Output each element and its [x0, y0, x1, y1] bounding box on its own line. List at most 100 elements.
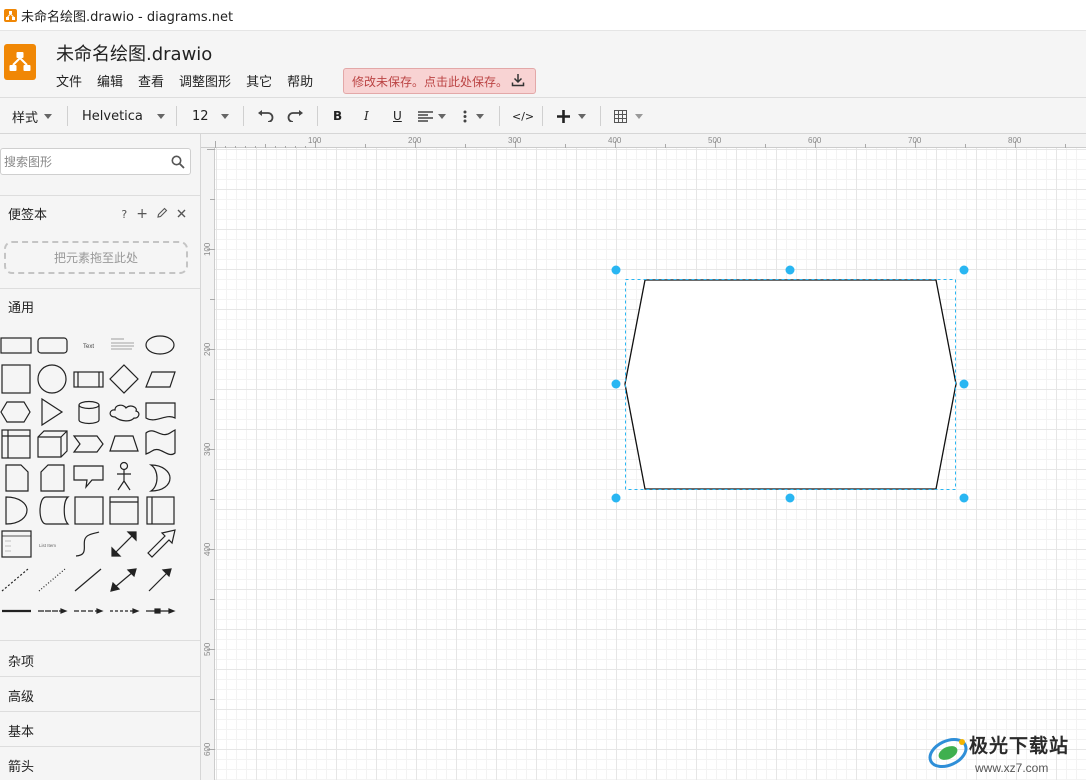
align-dropdown[interactable] [418, 98, 446, 134]
watermark-name: 极光下载站 [969, 734, 1069, 757]
search-icon[interactable] [171, 154, 185, 173]
resize-handle-bottom-right[interactable] [959, 493, 969, 503]
shape-data-storage[interactable] [39, 496, 70, 525]
shape-card[interactable] [40, 464, 65, 492]
drawio-logo-icon[interactable] [4, 44, 36, 80]
shape-tape[interactable] [145, 429, 176, 455]
shape-bidirectional-arrow[interactable] [111, 531, 137, 557]
shape-dashed-line[interactable] [1, 568, 29, 592]
unsaved-changes-button[interactable]: 修改未保存。点击此处保存。 [343, 68, 536, 94]
edit-pencil-icon[interactable] [157, 207, 168, 221]
shape-internal-storage[interactable] [1, 429, 31, 459]
shape-note[interactable] [5, 464, 29, 492]
misc-section-header[interactable]: 杂项 [0, 640, 200, 676]
italic-button[interactable]: I [364, 98, 369, 134]
scratchpad-dropzone[interactable]: 把元素拖至此处 [4, 241, 188, 274]
shape-line[interactable] [74, 568, 102, 592]
add-icon[interactable]: + [136, 206, 148, 222]
bold-button[interactable]: B [333, 98, 342, 134]
style-dropdown[interactable]: 样式 [12, 98, 53, 134]
help-icon[interactable]: ? [121, 208, 127, 221]
shape-or[interactable] [148, 464, 171, 492]
shape-hexagon[interactable] [0, 401, 31, 423]
menu-help[interactable]: 帮助 [287, 71, 313, 90]
shape-parallelogram[interactable] [145, 371, 176, 388]
chevron-down-icon [438, 113, 446, 119]
shape-dotted-connector[interactable] [110, 608, 140, 614]
menu-arrange[interactable]: 调整图形 [179, 71, 231, 90]
shape-process[interactable] [73, 371, 104, 388]
basic-section-title: 基本 [8, 725, 35, 740]
font-family-dropdown[interactable]: Helvetica [82, 98, 165, 134]
document-title[interactable]: 未命名绘图.drawio [56, 40, 212, 66]
general-section-header[interactable]: 通用 [0, 288, 200, 322]
advanced-section-header[interactable]: 高级 [0, 676, 200, 711]
menu-edit[interactable]: 编辑 [97, 71, 123, 90]
menu-extras[interactable]: 其它 [246, 71, 272, 90]
ruler-label: 700 [908, 136, 922, 145]
shape-textbox[interactable] [111, 338, 134, 350]
shape-rectangle[interactable] [0, 337, 32, 354]
shape-delay[interactable] [5, 496, 28, 525]
resize-handle-bottom-left[interactable] [611, 493, 621, 503]
shape-container[interactable] [109, 496, 139, 525]
undo-icon [258, 110, 274, 122]
ruler-label: 400 [608, 136, 622, 145]
more-format-dropdown[interactable] [463, 98, 484, 134]
resize-handle-left[interactable] [611, 379, 621, 389]
diagram-canvas[interactable] [215, 148, 1086, 780]
shape-dashed-connector[interactable] [74, 608, 104, 614]
undo-button[interactable] [257, 98, 274, 134]
shape-list-item[interactable]: List Item [39, 543, 56, 548]
shape-cylinder[interactable] [78, 400, 100, 425]
resize-handle-top-left[interactable] [611, 265, 621, 275]
shape-diamond[interactable] [109, 364, 139, 394]
resize-handle-right[interactable] [959, 379, 969, 389]
shape-square-2[interactable] [74, 496, 104, 525]
close-icon[interactable] [177, 208, 186, 221]
shape-callout[interactable] [73, 465, 104, 489]
download-icon [511, 73, 525, 90]
shape-curve[interactable] [75, 531, 100, 557]
shape-list[interactable] [1, 530, 32, 558]
shape-square[interactable] [1, 364, 31, 394]
shape-cloud[interactable] [109, 404, 140, 422]
arrows-section-header[interactable]: 箭头 [0, 746, 200, 780]
redo-button[interactable] [287, 98, 304, 134]
shape-circle[interactable] [37, 364, 67, 394]
insert-dropdown[interactable] [557, 98, 586, 134]
menu-file[interactable]: 文件 [56, 71, 82, 90]
shape-document[interactable] [145, 402, 176, 421]
shape-labeled-connector[interactable] [146, 608, 176, 614]
shape-directional-connector[interactable] [148, 568, 172, 592]
search-input[interactable] [1, 149, 166, 174]
shape-vertical-container[interactable] [146, 496, 175, 525]
shape-rounded-rectangle[interactable] [37, 337, 68, 354]
table-dropdown[interactable] [614, 98, 643, 134]
shape-cube[interactable] [37, 430, 68, 458]
shape-triangle[interactable] [41, 397, 64, 427]
ruler-label: 500 [203, 642, 212, 656]
shape-step[interactable] [72, 435, 104, 453]
scratchpad-title[interactable]: 便签本 [8, 204, 47, 223]
shape-ellipse[interactable] [145, 335, 175, 355]
ruler-label: 100 [308, 136, 322, 145]
shape-block-arrow[interactable] [147, 529, 176, 558]
shape-actor[interactable] [117, 461, 131, 491]
resize-handle-top-right[interactable] [959, 265, 969, 275]
resize-handle-top[interactable] [785, 265, 795, 275]
underline-button[interactable]: U [393, 98, 402, 134]
shape-bidirectional-connector[interactable] [110, 568, 137, 592]
shape-connector-arrow[interactable] [38, 608, 68, 614]
shape-dotted-line[interactable] [38, 568, 66, 592]
font-size-dropdown[interactable]: 12 [192, 98, 229, 134]
html-code-button[interactable]: </> [512, 98, 534, 134]
shape-text[interactable]: Text [83, 344, 94, 350]
style-label: 样式 [12, 110, 39, 126]
menu-view[interactable]: 查看 [138, 71, 164, 90]
hexagon-shape[interactable] [624, 279, 957, 490]
shape-trapezoid[interactable] [109, 435, 139, 452]
basic-section-header[interactable]: 基本 [0, 711, 200, 746]
horizontal-ruler: 100 200 300 400 500 600 700 800 [201, 134, 1086, 149]
resize-handle-bottom[interactable] [785, 493, 795, 503]
